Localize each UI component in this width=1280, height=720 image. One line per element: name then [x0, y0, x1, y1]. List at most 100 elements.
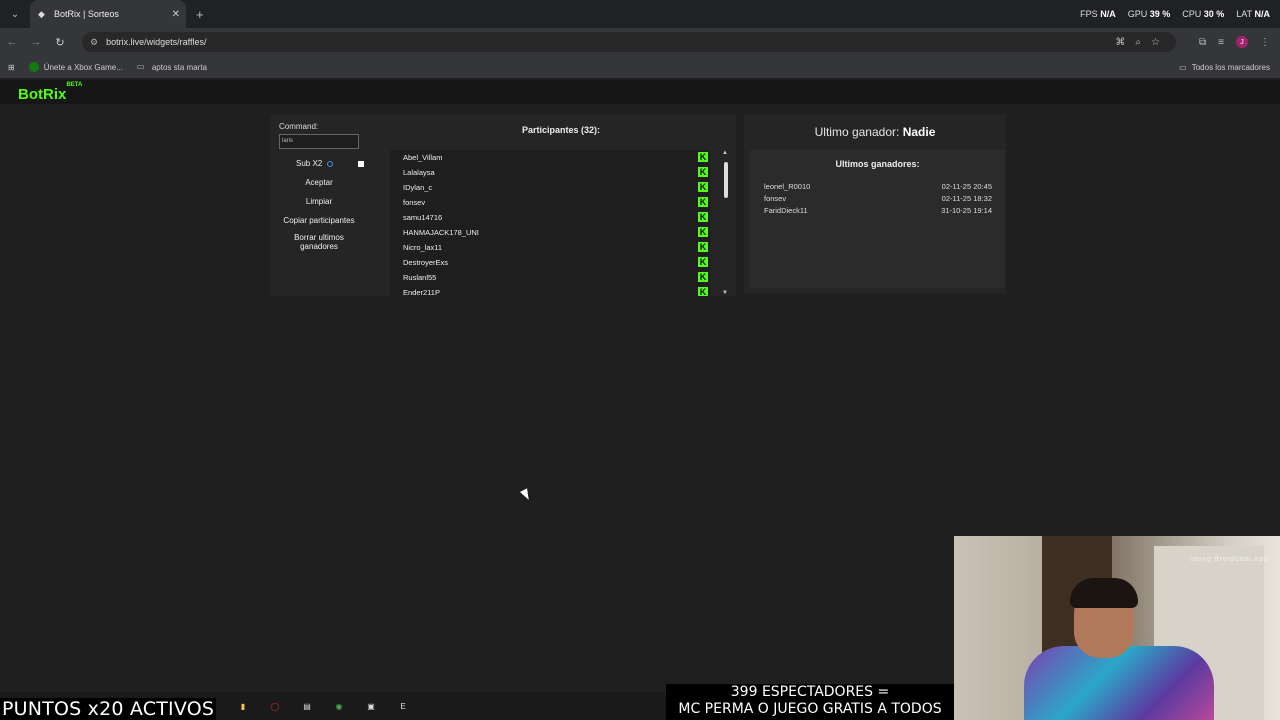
toolbar-actions: ⧉ ≡ J ⋮: [1199, 28, 1270, 56]
bookmark-star-icon[interactable]: ☆: [1151, 37, 1160, 48]
chrome-icon[interactable]: ◉: [332, 699, 346, 713]
participants-title: Participantes (32):: [522, 125, 601, 135]
recent-winners-box: Ultimos ganadores: leonel_R0010 02-11-25 …: [750, 150, 1005, 288]
zoom-icon[interactable]: ⌕: [1135, 37, 1141, 48]
sub-x2-label: Sub X2: [296, 159, 323, 168]
winners-panel: Ultimo ganador: Nadie Ultimos ganadores:…: [744, 114, 1006, 294]
list-item: fonsev K: [403, 195, 708, 210]
folder-icon: ▭: [1179, 62, 1187, 72]
winner-date: 31-10-25 19:14: [941, 206, 992, 215]
scroll-thumb[interactable]: [724, 162, 728, 198]
scroll-up-icon[interactable]: ▲: [722, 150, 728, 156]
viewers-line-2: MC PERMA O JUEGO GRATIS A TODOS: [678, 701, 942, 717]
kick-icon: K: [698, 152, 708, 162]
list-item: FaridDieck11 31-10-25 19:14: [764, 206, 992, 218]
last-winner-value: Nadie: [902, 125, 936, 139]
perf-stats: FPS N/A GPU 39 % CPU 30 % LAT N/A: [1080, 0, 1270, 28]
tab-title: BotRix | Sorteos: [54, 9, 119, 19]
url-field[interactable]: ⚙ botrix.live/widgets/raffles/: [82, 32, 1176, 52]
command-input[interactable]: laris: [279, 134, 359, 149]
apps-icon[interactable]: ⊞: [8, 63, 15, 72]
fps-value: N/A: [1100, 9, 1116, 19]
reload-icon[interactable]: ↻: [48, 36, 72, 49]
winner-name: leonel_R0010: [764, 182, 811, 191]
bookmark-xbox-label: Únete a Xbox Game...: [43, 62, 123, 72]
participant-name: Ender211P: [403, 288, 440, 296]
xbox-icon: [28, 62, 39, 72]
translate-icon[interactable]: ⌘: [1115, 37, 1125, 48]
webcam-person: [1024, 646, 1214, 720]
browser-tab-bar: ⌄ ◆ BotRix | Sorteos ✕ + FPS N/A GPU 39 …: [0, 0, 1280, 28]
kick-icon: K: [698, 167, 708, 177]
participants-list[interactable]: Abel_Villam K Lalalaysa K IDylan_c K fonsev…: [390, 150, 710, 296]
media-icon[interactable]: ≡: [1218, 37, 1224, 48]
kick-icon: K: [698, 257, 708, 267]
participant-name: Ruslanl55: [403, 273, 437, 282]
recent-winners-title: Ultimos ganadores:: [835, 159, 920, 169]
logo-text: BotRix: [18, 86, 67, 103]
gpu-value: 39 %: [1149, 9, 1171, 19]
extensions-icon[interactable]: ⧉: [1199, 37, 1206, 48]
participant-name: HANMAJACK178_UNI: [403, 228, 479, 237]
viewers-line-1: 399 ESPECTADORES =: [730, 684, 890, 700]
botrix-logo[interactable]: BotRix BETA: [18, 82, 82, 103]
forward-icon[interactable]: →: [24, 36, 48, 48]
browser-tab[interactable]: ◆ BotRix | Sorteos ✕: [30, 0, 186, 28]
list-item: Nicro_lax11 K: [403, 240, 708, 255]
list-item: Abel_Villam K: [403, 150, 708, 165]
participant-name: Nicro_lax11: [403, 243, 443, 252]
winner-date: 02-11-25 20:45: [941, 182, 992, 191]
participant-name: DestroyerExs: [403, 258, 449, 267]
list-item: samu14716 K: [403, 210, 708, 225]
participant-name: Abel_Villam: [403, 153, 443, 162]
clear-button[interactable]: Limpiar: [279, 197, 359, 206]
list-item: Lalalaysa K: [403, 165, 708, 180]
all-bookmarks[interactable]: ▭ Todos los marcadores: [1179, 56, 1270, 78]
app-icon[interactable]: ▤: [300, 699, 314, 713]
winner-name: fonsev: [764, 194, 787, 203]
tab-close-icon[interactable]: ✕: [172, 9, 180, 20]
window-icon[interactable]: ▣: [364, 699, 378, 713]
winner-name: FaridDieck11: [764, 206, 808, 215]
points-overlay: PUNTOS x20 ACTIVOS: [0, 698, 217, 720]
menu-icon[interactable]: ⋮: [1260, 37, 1270, 48]
list-item: Ruslanl55 K: [403, 270, 708, 285]
lat-label: LAT: [1236, 9, 1252, 19]
omnibox-actions: ⌘ ⌕ ☆: [1115, 28, 1160, 56]
opera-icon[interactable]: ◯: [268, 699, 282, 713]
app-header: BotRix BETA: [0, 80, 1280, 104]
kick-icon: K: [698, 242, 708, 252]
copy-participants-button[interactable]: Copiar participantes: [279, 216, 359, 225]
kick-icon: K: [698, 227, 708, 237]
command-label: Command:: [279, 122, 319, 131]
sub-x2-checkbox[interactable]: [358, 161, 364, 167]
back-icon[interactable]: ←: [0, 36, 24, 48]
participant-name: Lalalaysa: [403, 168, 435, 177]
participant-name: fonsev: [403, 198, 426, 207]
delete-winners-button[interactable]: Borrar ultimos ganadores: [279, 233, 359, 251]
site-info-icon[interactable]: ⚙: [90, 37, 98, 48]
participants-scrollbar[interactable]: ▲ ▼: [721, 150, 731, 296]
profile-avatar[interactable]: J: [1236, 36, 1248, 48]
winner-date: 02-11-25 18:32: [941, 194, 992, 203]
participant-name: IDylan_c: [403, 183, 433, 192]
epic-games-icon[interactable]: E: [396, 699, 410, 713]
botrix-favicon-icon: ◆: [38, 9, 45, 19]
list-item: Ender211P K: [403, 285, 708, 296]
new-tab-icon[interactable]: +: [196, 7, 204, 22]
kick-icon: K: [698, 287, 708, 296]
scroll-down-icon[interactable]: ▼: [722, 290, 728, 296]
accept-button[interactable]: Aceptar: [279, 178, 359, 187]
kick-icon: K: [698, 182, 708, 192]
cpu-value: 30 %: [1203, 9, 1225, 19]
list-item: DestroyerExs K: [403, 255, 708, 270]
raffle-panel: Command: laris Sub X2 Aceptar Limpiar Co…: [270, 114, 736, 296]
tab-search-icon[interactable]: ⌄: [4, 3, 26, 25]
bookmark-folder[interactable]: ▭ aptos sta marta: [137, 62, 207, 72]
sub-x2-option: Sub X2: [296, 159, 334, 168]
participant-name: samu14716: [403, 213, 443, 222]
bookmark-xbox[interactable]: Únete a Xbox Game...: [28, 62, 123, 72]
file-explorer-icon[interactable]: ▮: [236, 699, 250, 713]
info-icon[interactable]: [327, 160, 334, 167]
cpu-label: CPU: [1182, 9, 1202, 19]
